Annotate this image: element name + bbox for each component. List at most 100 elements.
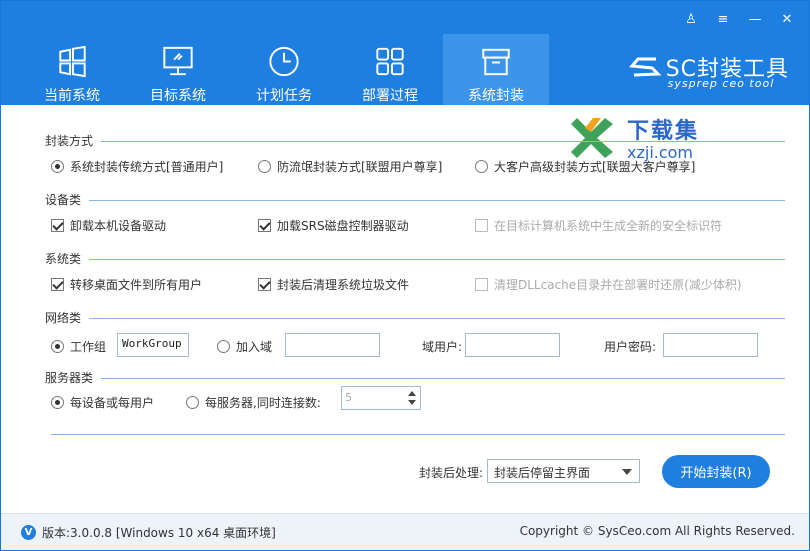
checkbox[interactable] <box>258 219 271 232</box>
clean-dllcache-checkbox: 清理DLLcache目录并在部署时还原(减少体积) <box>475 276 742 293</box>
checkbox <box>475 278 488 291</box>
radio[interactable] <box>186 396 199 409</box>
option-label: 加载SRS磁盘控制器驱动 <box>277 219 409 233</box>
radio[interactable] <box>258 160 271 173</box>
option-label: 系统封装传统方式[普通用户] <box>70 160 224 174</box>
grid-icon <box>376 47 404 76</box>
divider <box>51 434 785 435</box>
password-label: 用户密码: <box>604 340 657 354</box>
radio[interactable] <box>51 396 64 409</box>
domain-user-label: 域用户: <box>422 340 463 354</box>
brand-logo: SC封装工具 sysprep ceo tool <box>628 51 789 90</box>
stepper-up-icon[interactable] <box>408 391 416 396</box>
clock-icon <box>269 46 299 77</box>
sc-logo-icon <box>628 57 662 77</box>
option-label: 每服务器,同时连接数: <box>205 396 321 410</box>
tab-label: 计划任务 <box>256 88 312 104</box>
monitor-icon <box>163 46 193 76</box>
divider <box>101 141 785 142</box>
connections-value: 5 <box>345 391 352 404</box>
app-window: ♙ ≡ — ✕ 当前系统 目标系统 计划任务 部署过程 系统封装 SC封装工具 … <box>0 0 810 551</box>
menu-icon[interactable]: ≡ <box>707 9 739 29</box>
password-input[interactable] <box>663 333 758 357</box>
brand-subtitle: sysprep ceo tool <box>667 77 775 90</box>
checkbox[interactable] <box>258 278 271 291</box>
clean-junk-checkbox[interactable]: 封装后清理系统垃圾文件 <box>258 276 409 293</box>
section-network: 网络类 <box>45 309 785 326</box>
tab-deploy-process[interactable]: 部署过程 <box>337 34 443 105</box>
option-label: 清理DLLcache目录并在部署时还原(减少体积) <box>494 278 742 292</box>
tab-system-package[interactable]: 系统封装 <box>443 34 549 105</box>
header-bar: ♙ ≡ — ✕ 当前系统 目标系统 计划任务 部署过程 系统封装 SC封装工具 … <box>1 1 809 105</box>
version-text: 版本:3.0.0.8 [Windows 10 x64 桌面环境] <box>42 526 276 540</box>
option-label: 大客户高级封装方式[联盟大客户尊享] <box>494 160 696 174</box>
minimize-icon[interactable]: — <box>739 9 771 29</box>
tab-label: 目标系统 <box>150 88 206 104</box>
option-label: 转移桌面文件到所有用户 <box>70 278 203 292</box>
tab-label: 系统封装 <box>468 88 524 104</box>
status-bar: V 版本:3.0.0.8 [Windows 10 x64 桌面环境] Copyr… <box>1 513 809 550</box>
package-mode-anti-rogue[interactable]: 防流氓封装方式[联盟用户尊享] <box>258 158 442 175</box>
section-title: 设备类 <box>45 193 82 207</box>
section-server: 服务器类 <box>45 369 785 386</box>
workgroup-input[interactable]: WorkGroup <box>117 333 189 357</box>
after-package-label: 封装后处理: <box>419 466 484 480</box>
checkbox[interactable] <box>51 278 64 291</box>
radio[interactable] <box>475 160 488 173</box>
divider <box>89 200 785 201</box>
join-domain-radio-option[interactable]: 加入域 <box>217 338 272 355</box>
package-icon <box>482 48 510 76</box>
section-title: 封装方式 <box>45 134 94 148</box>
option-label: 封装后清理系统垃圾文件 <box>277 278 410 292</box>
new-sid-checkbox: 在目标计算机系统中生成全新的安全标识符 <box>475 217 722 234</box>
divider <box>101 378 785 379</box>
package-mode-enterprise[interactable]: 大客户高级封装方式[联盟大客户尊享] <box>475 158 695 175</box>
domain-user-input[interactable] <box>465 333 560 357</box>
tab-label: 当前系统 <box>44 88 100 104</box>
section-title: 网络类 <box>45 311 82 325</box>
tab-target-system[interactable]: 目标系统 <box>125 34 231 105</box>
option-label: 工作组 <box>70 340 107 354</box>
copyright-text: Copyright © SysCeo.com All Rights Reserv… <box>519 524 795 538</box>
option-label: 每设备或每用户 <box>70 396 155 410</box>
radio[interactable] <box>51 160 64 173</box>
option-label: 防流氓封装方式[联盟用户尊享] <box>277 160 443 174</box>
version-icon: V <box>21 525 36 540</box>
section-title: 服务器类 <box>45 371 94 385</box>
after-package-select[interactable]: 封装后停留主界面 <box>487 459 640 483</box>
option-label: 在目标计算机系统中生成全新的安全标识符 <box>494 219 723 233</box>
user-icon[interactable]: ♙ <box>675 9 707 29</box>
divider <box>89 259 785 260</box>
start-package-button[interactable]: 开始封装(R) <box>662 455 770 488</box>
tab-current-system[interactable]: 当前系统 <box>19 34 125 105</box>
per-server-radio-option[interactable]: 每服务器,同时连接数: <box>186 394 321 411</box>
section-device: 设备类 <box>45 191 785 208</box>
workgroup-radio-option[interactable]: 工作组 <box>51 338 106 355</box>
connections-stepper[interactable]: 5 <box>341 386 421 410</box>
uninstall-drivers-checkbox[interactable]: 卸载本机设备驱动 <box>51 217 166 234</box>
window-controls: ♙ ≡ — ✕ <box>675 9 803 29</box>
select-value: 封装后停留主界面 <box>494 466 591 480</box>
stepper-down-icon[interactable] <box>408 400 416 405</box>
section-package-mode: 封装方式 <box>45 132 785 149</box>
move-desktop-checkbox[interactable]: 转移桌面文件到所有用户 <box>51 276 202 293</box>
main-tabs: 当前系统 目标系统 计划任务 部署过程 系统封装 <box>19 34 549 105</box>
section-title: 系统类 <box>45 252 82 266</box>
divider <box>89 318 785 319</box>
load-srs-checkbox[interactable]: 加载SRS磁盘控制器驱动 <box>258 217 409 234</box>
radio[interactable] <box>217 340 230 353</box>
version-info: V 版本:3.0.0.8 [Windows 10 x64 桌面环境] <box>21 524 276 541</box>
windows-icon <box>59 45 86 78</box>
option-label: 卸载本机设备驱动 <box>70 219 167 233</box>
checkbox[interactable] <box>51 219 64 232</box>
tab-scheduled-tasks[interactable]: 计划任务 <box>231 34 337 105</box>
checkbox <box>475 219 488 232</box>
package-mode-traditional[interactable]: 系统封装传统方式[普通用户] <box>51 158 223 175</box>
tab-label: 部署过程 <box>362 88 418 104</box>
radio[interactable] <box>51 340 64 353</box>
domain-input[interactable] <box>285 333 380 357</box>
option-label: 加入域 <box>236 340 273 354</box>
per-device-radio-option[interactable]: 每设备或每用户 <box>51 394 154 411</box>
chevron-down-icon <box>622 469 632 475</box>
close-icon[interactable]: ✕ <box>771 9 803 29</box>
